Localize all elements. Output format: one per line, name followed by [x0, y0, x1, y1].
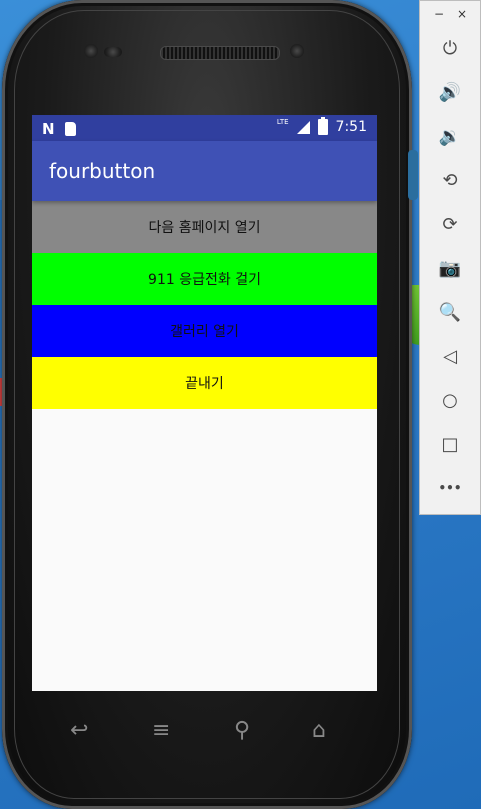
status-time: 7:51: [335, 119, 367, 135]
exit-button[interactable]: 끝내기: [32, 357, 377, 409]
phone-frame: N LTE 7:51 fourbutton 다음 홈페이지 열기 911 응급전…: [2, 0, 418, 809]
home-key-icon[interactable]: ⌂: [312, 718, 326, 743]
notification-n-icon: N: [42, 120, 55, 138]
more-icon[interactable]: •••: [420, 471, 480, 505]
rotate-right-icon[interactable]: ⟳: [420, 207, 480, 241]
front-sensor: [84, 44, 98, 58]
overview-icon[interactable]: □: [420, 427, 480, 461]
open-gallery-button[interactable]: 갤러리 열기: [32, 305, 377, 357]
sd-card-icon: [64, 122, 76, 136]
app-bar: fourbutton: [32, 141, 377, 201]
open-homepage-button[interactable]: 다음 홈페이지 열기: [32, 201, 377, 253]
zoom-icon[interactable]: 🔍: [420, 295, 480, 329]
battery-icon: [317, 117, 328, 135]
back-key-icon[interactable]: ↩: [70, 718, 88, 743]
back-icon[interactable]: ◁: [420, 339, 480, 373]
status-bar: N LTE 7:51: [32, 115, 377, 141]
phone-screen: N LTE 7:51 fourbutton 다음 홈페이지 열기 911 응급전…: [32, 115, 377, 691]
phone-side-button[interactable]: [408, 150, 418, 200]
minimize-icon[interactable]: −: [434, 7, 444, 21]
volume-up-icon[interactable]: 🔊: [420, 75, 480, 109]
lte-label: LTE: [276, 118, 289, 126]
power-icon[interactable]: ⏻: [420, 31, 480, 65]
front-camera: [290, 44, 304, 58]
close-icon[interactable]: ×: [457, 7, 467, 21]
phone-hardware-keys: ↩ ≡ ⚲ ⌂: [62, 718, 362, 748]
emulator-toolbar: − × ⏻ 🔊 🔉 ⟲ ⟳ 📷 🔍 ◁ ○ □ •••: [419, 0, 481, 515]
search-key-icon[interactable]: ⚲: [234, 718, 250, 743]
menu-key-icon[interactable]: ≡: [152, 718, 170, 743]
home-icon[interactable]: ○: [420, 383, 480, 417]
proximity-sensor: [104, 47, 122, 57]
emergency-call-button[interactable]: 911 응급전화 걸기: [32, 253, 377, 305]
earpiece-speaker: [160, 46, 280, 60]
rotate-left-icon[interactable]: ⟲: [420, 163, 480, 197]
volume-down-icon[interactable]: 🔉: [420, 119, 480, 153]
signal-icon: [296, 120, 310, 134]
app-title: fourbutton: [49, 159, 156, 183]
camera-icon[interactable]: 📷: [420, 251, 480, 285]
